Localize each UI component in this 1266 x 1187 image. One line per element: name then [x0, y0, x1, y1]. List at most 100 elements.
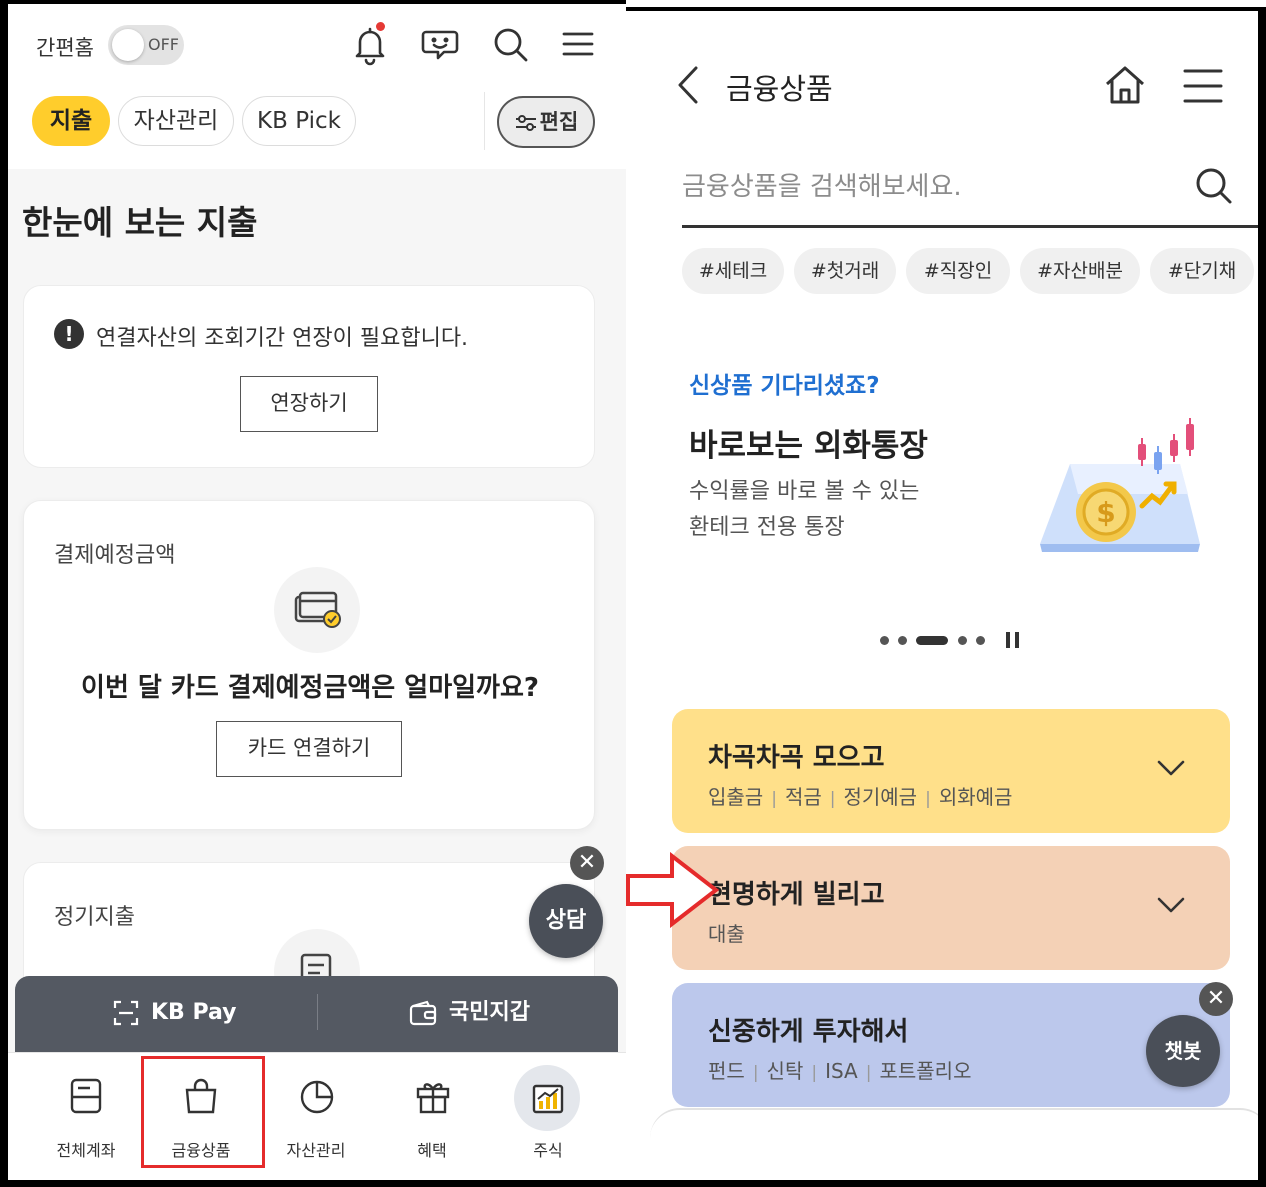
highlight-box: [141, 1056, 265, 1168]
consult-button[interactable]: 상담: [529, 884, 603, 958]
home-icon[interactable]: [1102, 62, 1148, 108]
simple-home-toggle[interactable]: OFF: [108, 25, 184, 65]
hashtag-chip[interactable]: #자산배분: [1020, 248, 1140, 294]
extend-button[interactable]: 연장하기: [240, 376, 378, 432]
menu-icon[interactable]: [1182, 66, 1224, 106]
nav-asset-management[interactable]: 자산관리: [258, 1053, 374, 1181]
frame-border: [626, 7, 1266, 11]
carousel-dot[interactable]: [958, 636, 967, 645]
accordion-subs: 펀드 | 신탁 | ISA | 포트폴리오: [708, 1059, 972, 1083]
close-consult-icon[interactable]: ✕: [570, 846, 604, 880]
nav-label: 주식: [533, 1141, 563, 1160]
sliders-icon: [515, 115, 536, 131]
kb-pay-label: KB Pay: [151, 1000, 237, 1025]
promo-subtitle: 신상품 기다리셨죠?: [689, 373, 880, 399]
kb-pay-button[interactable]: KB Pay: [113, 976, 237, 1052]
promo-title[interactable]: 바로보는 외화통장: [689, 420, 928, 465]
bottom-sheet-edge: [650, 1108, 1266, 1168]
national-wallet-label: 국민지갑: [449, 1000, 530, 1025]
menu-icon[interactable]: [554, 20, 602, 68]
notification-dot: [376, 22, 385, 31]
stock-chart-icon: [532, 1084, 564, 1114]
sub-item[interactable]: 펀드: [708, 1059, 745, 1083]
promo-desc-line: 환테크 전용 통장: [689, 515, 845, 540]
payment-due-label: 결제예정금액: [54, 543, 176, 568]
nav-all-accounts[interactable]: 전체계좌: [28, 1053, 144, 1181]
notice-card: ! 연결자산의 조회기간 연장이 필요합니다. 연장하기: [23, 285, 595, 468]
close-chatbot-icon[interactable]: ✕: [1199, 982, 1233, 1016]
tab-asset-management[interactable]: 자산관리: [118, 96, 234, 146]
accordion-save[interactable]: 차곡차곡 모으고 입출금 | 적금 | 정기예금 | 외화예금: [672, 709, 1230, 833]
svg-text:$: $: [1096, 496, 1115, 529]
nav-stock[interactable]: 주식: [490, 1053, 606, 1181]
sub-item[interactable]: 적금: [785, 785, 822, 809]
accordion-subs: 입출금 | 적금 | 정기예금 | 외화예금: [708, 785, 1013, 809]
sub-item[interactable]: 포트폴리오: [879, 1059, 971, 1083]
sub-item[interactable]: 입출금: [708, 785, 763, 809]
exclamation-icon: !: [54, 319, 84, 349]
hashtag-chip[interactable]: #세테크: [682, 248, 784, 294]
nav-label: 자산관리: [286, 1141, 346, 1160]
promo-description: 수익률을 바로 볼 수 있는 환테크 전용 통장: [689, 474, 919, 546]
hashtag-chip[interactable]: #단기채: [1150, 248, 1254, 294]
frame-border: [0, 0, 8, 1187]
frame-border: [626, 1180, 1266, 1187]
accordion-title: 차곡차곡 모으고: [708, 743, 885, 773]
toggle-knob: [112, 29, 144, 61]
edit-button[interactable]: 편집: [497, 96, 595, 148]
back-arrow-icon[interactable]: [674, 64, 704, 106]
scan-icon: [113, 1000, 139, 1026]
tab-kb-pick[interactable]: KB Pick: [242, 96, 356, 146]
bell-icon[interactable]: [346, 20, 394, 68]
nav-benefits[interactable]: 혜택: [374, 1053, 490, 1181]
promo-desc-line: 수익률을 바로 볼 수 있는: [689, 479, 920, 504]
sub-item[interactable]: 신탁: [767, 1059, 804, 1083]
frame-border: [0, 0, 626, 4]
frame-border: [0, 1180, 626, 1187]
hashtag-chip[interactable]: #첫거래: [794, 248, 896, 294]
gift-icon: [416, 1083, 450, 1114]
accordion-borrow[interactable]: 현명하게 빌리고 대출: [672, 846, 1230, 970]
payment-question: 이번 달 카드 결제예정금액은 얼마일까요?: [81, 673, 539, 703]
pay-divider: [317, 994, 318, 1030]
page-title: 금융상품: [726, 72, 833, 106]
chevron-down-icon: [1157, 897, 1185, 913]
nav-label: 전체계좌: [56, 1141, 116, 1160]
sub-item[interactable]: 정기예금: [843, 785, 917, 809]
wallet-icon: [409, 1000, 437, 1026]
toggle-state: OFF: [148, 35, 179, 54]
carousel-dot[interactable]: [880, 636, 889, 645]
accordion-title: 신중하게 투자해서: [708, 1017, 909, 1047]
connect-card-button[interactable]: 카드 연결하기: [216, 721, 402, 777]
payment-due-card: 결제예정금액 이번 달 카드 결제예정금액은 얼마일까요? 카드 연결하기: [23, 500, 595, 830]
account-icon: [70, 1078, 102, 1114]
red-arrow-annotation: [626, 852, 720, 928]
edit-label: 편집: [539, 110, 579, 134]
chatbot-button[interactable]: 챗봇: [1146, 1015, 1220, 1087]
carousel-dot-active[interactable]: [916, 636, 948, 645]
regular-spending-label: 정기지출: [54, 905, 135, 930]
carousel-dot[interactable]: [976, 636, 985, 645]
section-title: 한눈에 보는 지출: [22, 203, 258, 242]
carousel-dot[interactable]: [898, 636, 907, 645]
foreign-currency-account-illustration: $: [1040, 418, 1200, 552]
search-icon[interactable]: [1194, 166, 1234, 206]
card-check-icon: [274, 567, 360, 653]
chevron-down-icon: [1157, 760, 1185, 776]
nav-label: 혜택: [417, 1141, 447, 1160]
chat-smile-icon[interactable]: [416, 20, 464, 68]
search-icon[interactable]: [486, 20, 534, 68]
right-screen: 금융상품 #세테크 #첫거래 #직장인 #자산배분 #단기채 신상품 기다리셨죠…: [626, 0, 1266, 1187]
left-screen: 간편홈 OFF 지출 자산관리 KB Pick 편집 한눈에 보는 지출 ! 연…: [0, 0, 626, 1187]
frame-border: [1258, 7, 1266, 1187]
sub-item[interactable]: 외화예금: [939, 785, 1013, 809]
search-input[interactable]: [682, 160, 1182, 214]
national-wallet-button[interactable]: 국민지갑: [409, 976, 530, 1052]
hashtag-chip[interactable]: #직장인: [906, 248, 1010, 294]
notice-text: 연결자산의 조회기간 연장이 필요합니다.: [96, 326, 469, 351]
simple-home-label: 간편홈: [36, 36, 94, 60]
accordion-title: 현명하게 빌리고: [708, 880, 885, 910]
pie-icon: [300, 1080, 334, 1114]
tab-spending[interactable]: 지출: [32, 96, 110, 146]
sub-item[interactable]: ISA: [825, 1059, 858, 1083]
